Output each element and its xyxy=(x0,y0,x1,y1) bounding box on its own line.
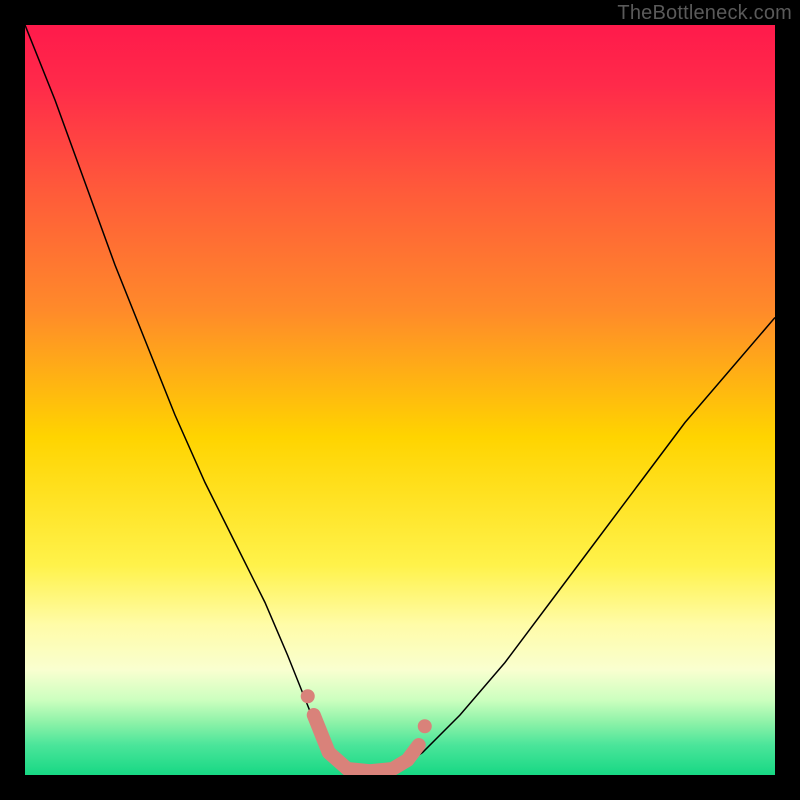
watermark-text: TheBottleneck.com xyxy=(617,2,792,25)
chart-frame: TheBottleneck.com xyxy=(0,0,800,800)
highlight-end-dot xyxy=(418,719,432,733)
highlight-start-dot xyxy=(301,689,315,703)
chart-svg xyxy=(25,25,775,775)
plot-area xyxy=(25,25,775,775)
gradient-background xyxy=(25,25,775,775)
